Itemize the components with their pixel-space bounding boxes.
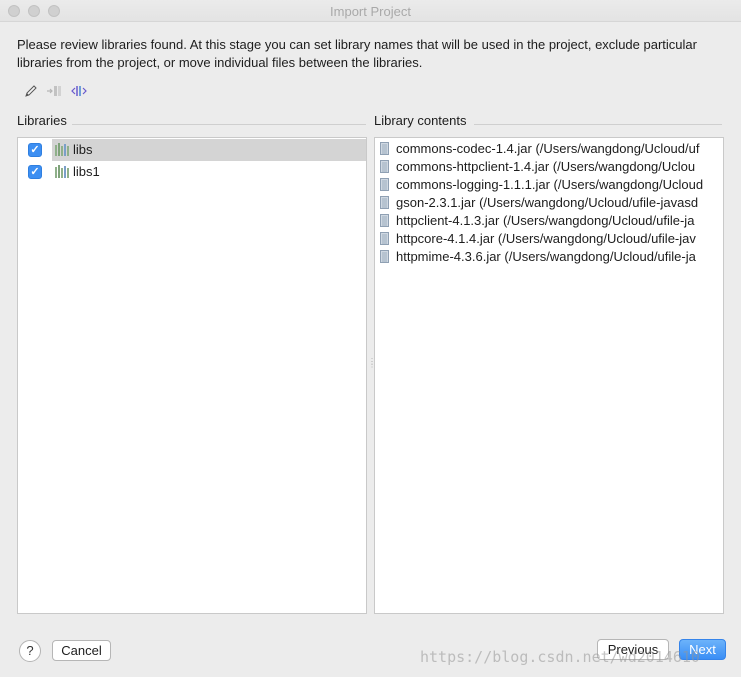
jar-file-item[interactable]: gson-2.3.1.jar (/Users/wangdong/Ucloud/u… bbox=[375, 194, 723, 212]
jar-file-item[interactable]: commons-logging-1.1.1.jar (/Users/wangdo… bbox=[375, 176, 723, 194]
jar-file-item[interactable]: httpmime-4.3.6.jar (/Users/wangdong/Uclo… bbox=[375, 248, 723, 266]
jar-file-item[interactable]: httpcore-4.1.4.jar (/Users/wangdong/Uclo… bbox=[375, 230, 723, 248]
library-toolbar bbox=[22, 82, 94, 100]
instructions-text: Please review libraries found. At this s… bbox=[17, 37, 697, 70]
move-to-icon[interactable] bbox=[46, 82, 64, 100]
jar-file-name: gson-2.3.1.jar (/Users/wangdong/Ucloud/u… bbox=[396, 195, 699, 210]
jar-file-icon bbox=[380, 232, 389, 245]
library-name: libs1 bbox=[73, 164, 100, 179]
library-icon bbox=[55, 165, 69, 178]
pencil-icon[interactable] bbox=[22, 82, 40, 100]
watermark-text: https://blog.csdn.net/wd2014610 bbox=[420, 648, 700, 666]
jar-file-icon bbox=[380, 250, 389, 263]
library-contents-label: Library contents bbox=[374, 113, 467, 128]
jar-file-icon bbox=[380, 160, 389, 173]
jar-file-item[interactable]: commons-httpclient-1.4.jar (/Users/wangd… bbox=[375, 158, 723, 176]
jar-file-icon bbox=[380, 214, 389, 227]
jar-file-name: commons-httpclient-1.4.jar (/Users/wangd… bbox=[396, 159, 696, 174]
jar-file-icon bbox=[380, 142, 389, 155]
library-checkbox[interactable]: ✓ bbox=[28, 165, 42, 179]
jar-file-icon bbox=[380, 196, 389, 209]
jar-file-item[interactable]: httpclient-4.1.3.jar (/Users/wangdong/Uc… bbox=[375, 212, 723, 230]
library-icon bbox=[55, 143, 69, 156]
jar-file-name: commons-codec-1.4.jar (/Users/wangdong/U… bbox=[396, 141, 700, 156]
library-contents-divider bbox=[474, 124, 722, 125]
library-checkbox[interactable]: ✓ bbox=[28, 143, 42, 157]
split-library-icon[interactable] bbox=[70, 82, 88, 100]
libraries-label: Libraries bbox=[17, 113, 67, 128]
jar-file-name: httpmime-4.3.6.jar (/Users/wangdong/Uclo… bbox=[396, 249, 696, 264]
libraries-list[interactable]: ✓ libs ✓ libs1 bbox=[17, 137, 367, 614]
window-title: Import Project bbox=[330, 4, 411, 19]
panel-splitter[interactable]: ⋮ ⋮ bbox=[368, 358, 376, 372]
library-contents-list[interactable]: commons-codec-1.4.jar (/Users/wangdong/U… bbox=[374, 137, 724, 614]
jar-file-name: commons-logging-1.1.1.jar (/Users/wangdo… bbox=[396, 177, 704, 192]
jar-file-icon bbox=[380, 178, 389, 191]
libraries-divider bbox=[72, 124, 366, 125]
library-name: libs bbox=[73, 142, 93, 157]
jar-file-name: httpcore-4.1.4.jar (/Users/wangdong/Uclo… bbox=[396, 231, 696, 246]
jar-file-name: httpclient-4.1.3.jar (/Users/wangdong/Uc… bbox=[396, 213, 695, 228]
library-item-libs[interactable]: ✓ libs bbox=[18, 139, 366, 161]
library-item-libs1[interactable]: ✓ libs1 bbox=[18, 161, 366, 183]
help-button[interactable]: ? bbox=[19, 640, 41, 662]
selection-highlight bbox=[52, 139, 366, 161]
jar-file-item[interactable]: commons-codec-1.4.jar (/Users/wangdong/U… bbox=[375, 140, 723, 158]
title-bar: Import Project bbox=[0, 0, 741, 22]
cancel-button[interactable]: Cancel bbox=[52, 640, 111, 661]
